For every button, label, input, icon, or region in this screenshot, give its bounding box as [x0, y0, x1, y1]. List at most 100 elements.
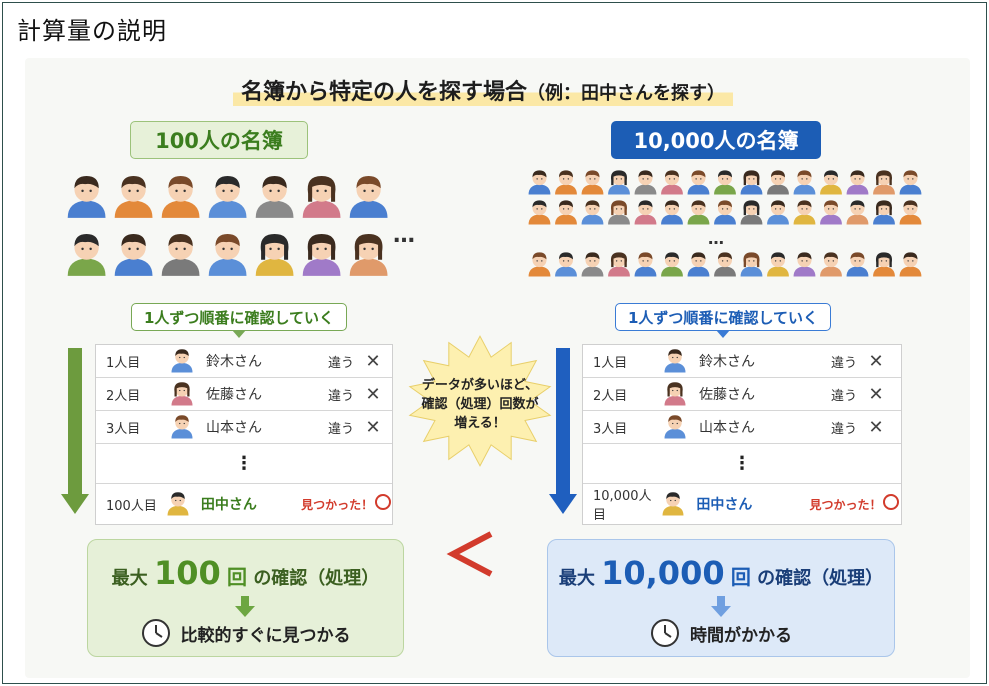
- person-avatar: [162, 347, 202, 375]
- summary-foot-text: 比較的すぐに見つかる: [180, 625, 351, 646]
- person-icon: [302, 176, 341, 218]
- summary-prefix: 最大: [558, 568, 595, 589]
- left-summary-box: 最大 100 回 の確認（処理） 比較的すぐに見つかる: [87, 539, 404, 657]
- row-name: 田中さん: [696, 497, 753, 513]
- row-name: 佐藤さん: [206, 387, 262, 403]
- cross-mark-icon: ✕: [365, 350, 381, 372]
- person-icon: [161, 234, 200, 276]
- person-icon: [661, 252, 683, 277]
- burst-callout-text: データが多いほど、 確認（処理）回数が 増える！: [413, 376, 547, 433]
- diagram-title-sub: （例：田中さんを探す）: [527, 83, 726, 104]
- circle-mark-icon: [373, 493, 392, 515]
- right-summary-headline: 最大 10,000 回 の確認（処理）: [548, 554, 894, 592]
- person-icon: [740, 252, 763, 277]
- person-avatar: [655, 413, 695, 441]
- person-icon: [873, 200, 895, 225]
- slide-frame: 計算量の説明 名簿から特定の人を探す場合（例：田中さんを探す） 100人の名簿 …: [2, 2, 987, 684]
- table-row: 3人目 山本さん 違う ✕: [583, 411, 901, 444]
- person-icon: [793, 252, 816, 277]
- table-ellipsis-row: ⋮: [583, 444, 901, 484]
- summary-suffix: の確認（処理）: [253, 568, 380, 589]
- person-icon: [528, 170, 551, 195]
- person-icon: [208, 176, 247, 218]
- left-check-table: 1人目 鈴木さん 違う ✕ 2人目 佐藤さん 違う ✕ 3人目 山本さん 違う …: [95, 344, 393, 525]
- left-summary-foot: 比較的すぐに見つかる: [88, 618, 403, 648]
- person-icon: [634, 252, 657, 277]
- circle-mark-icon: [882, 493, 901, 515]
- person-icon: [899, 170, 922, 195]
- person-icon: [581, 200, 604, 225]
- row-result: 見つかった！: [809, 497, 882, 512]
- row-name: 山本さん: [206, 420, 262, 436]
- person-icon: [767, 200, 789, 225]
- diagram-title-main: 名簿から特定の人を探す場合: [241, 80, 528, 105]
- table-row-found: 10,000人目 田中さん 見つかった！: [583, 484, 901, 524]
- row-number: 2人目: [106, 388, 141, 404]
- person-icon: [714, 200, 736, 225]
- row-result: 違う: [327, 421, 354, 437]
- person-icon: [528, 200, 551, 225]
- person-icon: [846, 170, 869, 195]
- person-icon: [664, 415, 686, 439]
- down-arrow-icon: [235, 596, 255, 617]
- person-icon: [581, 252, 604, 277]
- person-avatar: [162, 413, 202, 441]
- person-icon: [714, 252, 736, 277]
- table-ellipsis-row: ⋮: [96, 444, 392, 484]
- person-icon: [608, 252, 630, 277]
- table-row: 2人目 佐藤さん 違う ✕: [583, 378, 901, 411]
- person-icon: [171, 415, 193, 439]
- person-icon: [873, 170, 895, 195]
- person-icon: [208, 234, 247, 276]
- person-icon: [167, 492, 189, 516]
- table-row-found: 100人目 田中さん 見つかった！: [96, 484, 392, 524]
- summary-unit: 回: [730, 565, 751, 589]
- person-icon: [661, 200, 683, 225]
- person-icon: [608, 200, 630, 225]
- clock-icon: [141, 619, 170, 647]
- summary-count: 10,000: [601, 554, 725, 592]
- summary-prefix: 最大: [111, 568, 148, 589]
- person-icon: [67, 234, 106, 276]
- left-step-callout: 1人ずつ順番に確認していく: [131, 303, 347, 338]
- person-icon: [171, 349, 193, 373]
- person-icon: [664, 349, 686, 373]
- person-icon: [740, 200, 763, 225]
- person-avatar: [655, 347, 695, 375]
- row-number: 10,000人目: [593, 489, 652, 523]
- row-name: 鈴木さん: [206, 354, 262, 370]
- person-icon: [899, 252, 922, 277]
- row-result: 違う: [830, 355, 857, 371]
- burst-line: データが多いほど、: [421, 378, 539, 393]
- left-people-ellipsis: …: [393, 223, 418, 248]
- left-list-label: 100人の名簿: [130, 121, 308, 159]
- left-people-group: [67, 176, 388, 276]
- right-step-callout: 1人ずつ順番に確認していく: [615, 303, 831, 338]
- burst-line: 確認（処理）回数が: [421, 397, 539, 412]
- person-icon: [767, 170, 789, 195]
- right-summary-box: 最大 10,000 回 の確認（処理） 時間がかかる: [547, 539, 895, 657]
- person-icon: [114, 176, 153, 218]
- person-icon: [634, 170, 657, 195]
- row-result: 違う: [830, 388, 857, 404]
- cross-mark-icon: ✕: [365, 416, 381, 438]
- person-icon: [114, 234, 153, 276]
- table-row: 2人目 佐藤さん 違う ✕: [96, 378, 392, 411]
- person-icon: [661, 170, 683, 195]
- row-name: 田中さん: [200, 497, 257, 513]
- row-result: 違う: [327, 388, 354, 404]
- person-icon: [687, 252, 710, 277]
- person-icon: [662, 492, 684, 516]
- summary-count: 100: [153, 554, 221, 592]
- person-icon: [820, 200, 842, 225]
- person-icon: [767, 252, 789, 277]
- person-icon: [255, 176, 294, 218]
- row-number: 2人目: [593, 388, 628, 404]
- person-icon: [793, 200, 816, 225]
- person-icon: [349, 176, 388, 218]
- person-icon: [255, 234, 294, 276]
- row-name: 佐藤さん: [699, 387, 755, 403]
- cross-mark-icon: ✕: [868, 416, 884, 438]
- row-number: 3人目: [106, 421, 141, 437]
- row-name: 鈴木さん: [699, 354, 755, 370]
